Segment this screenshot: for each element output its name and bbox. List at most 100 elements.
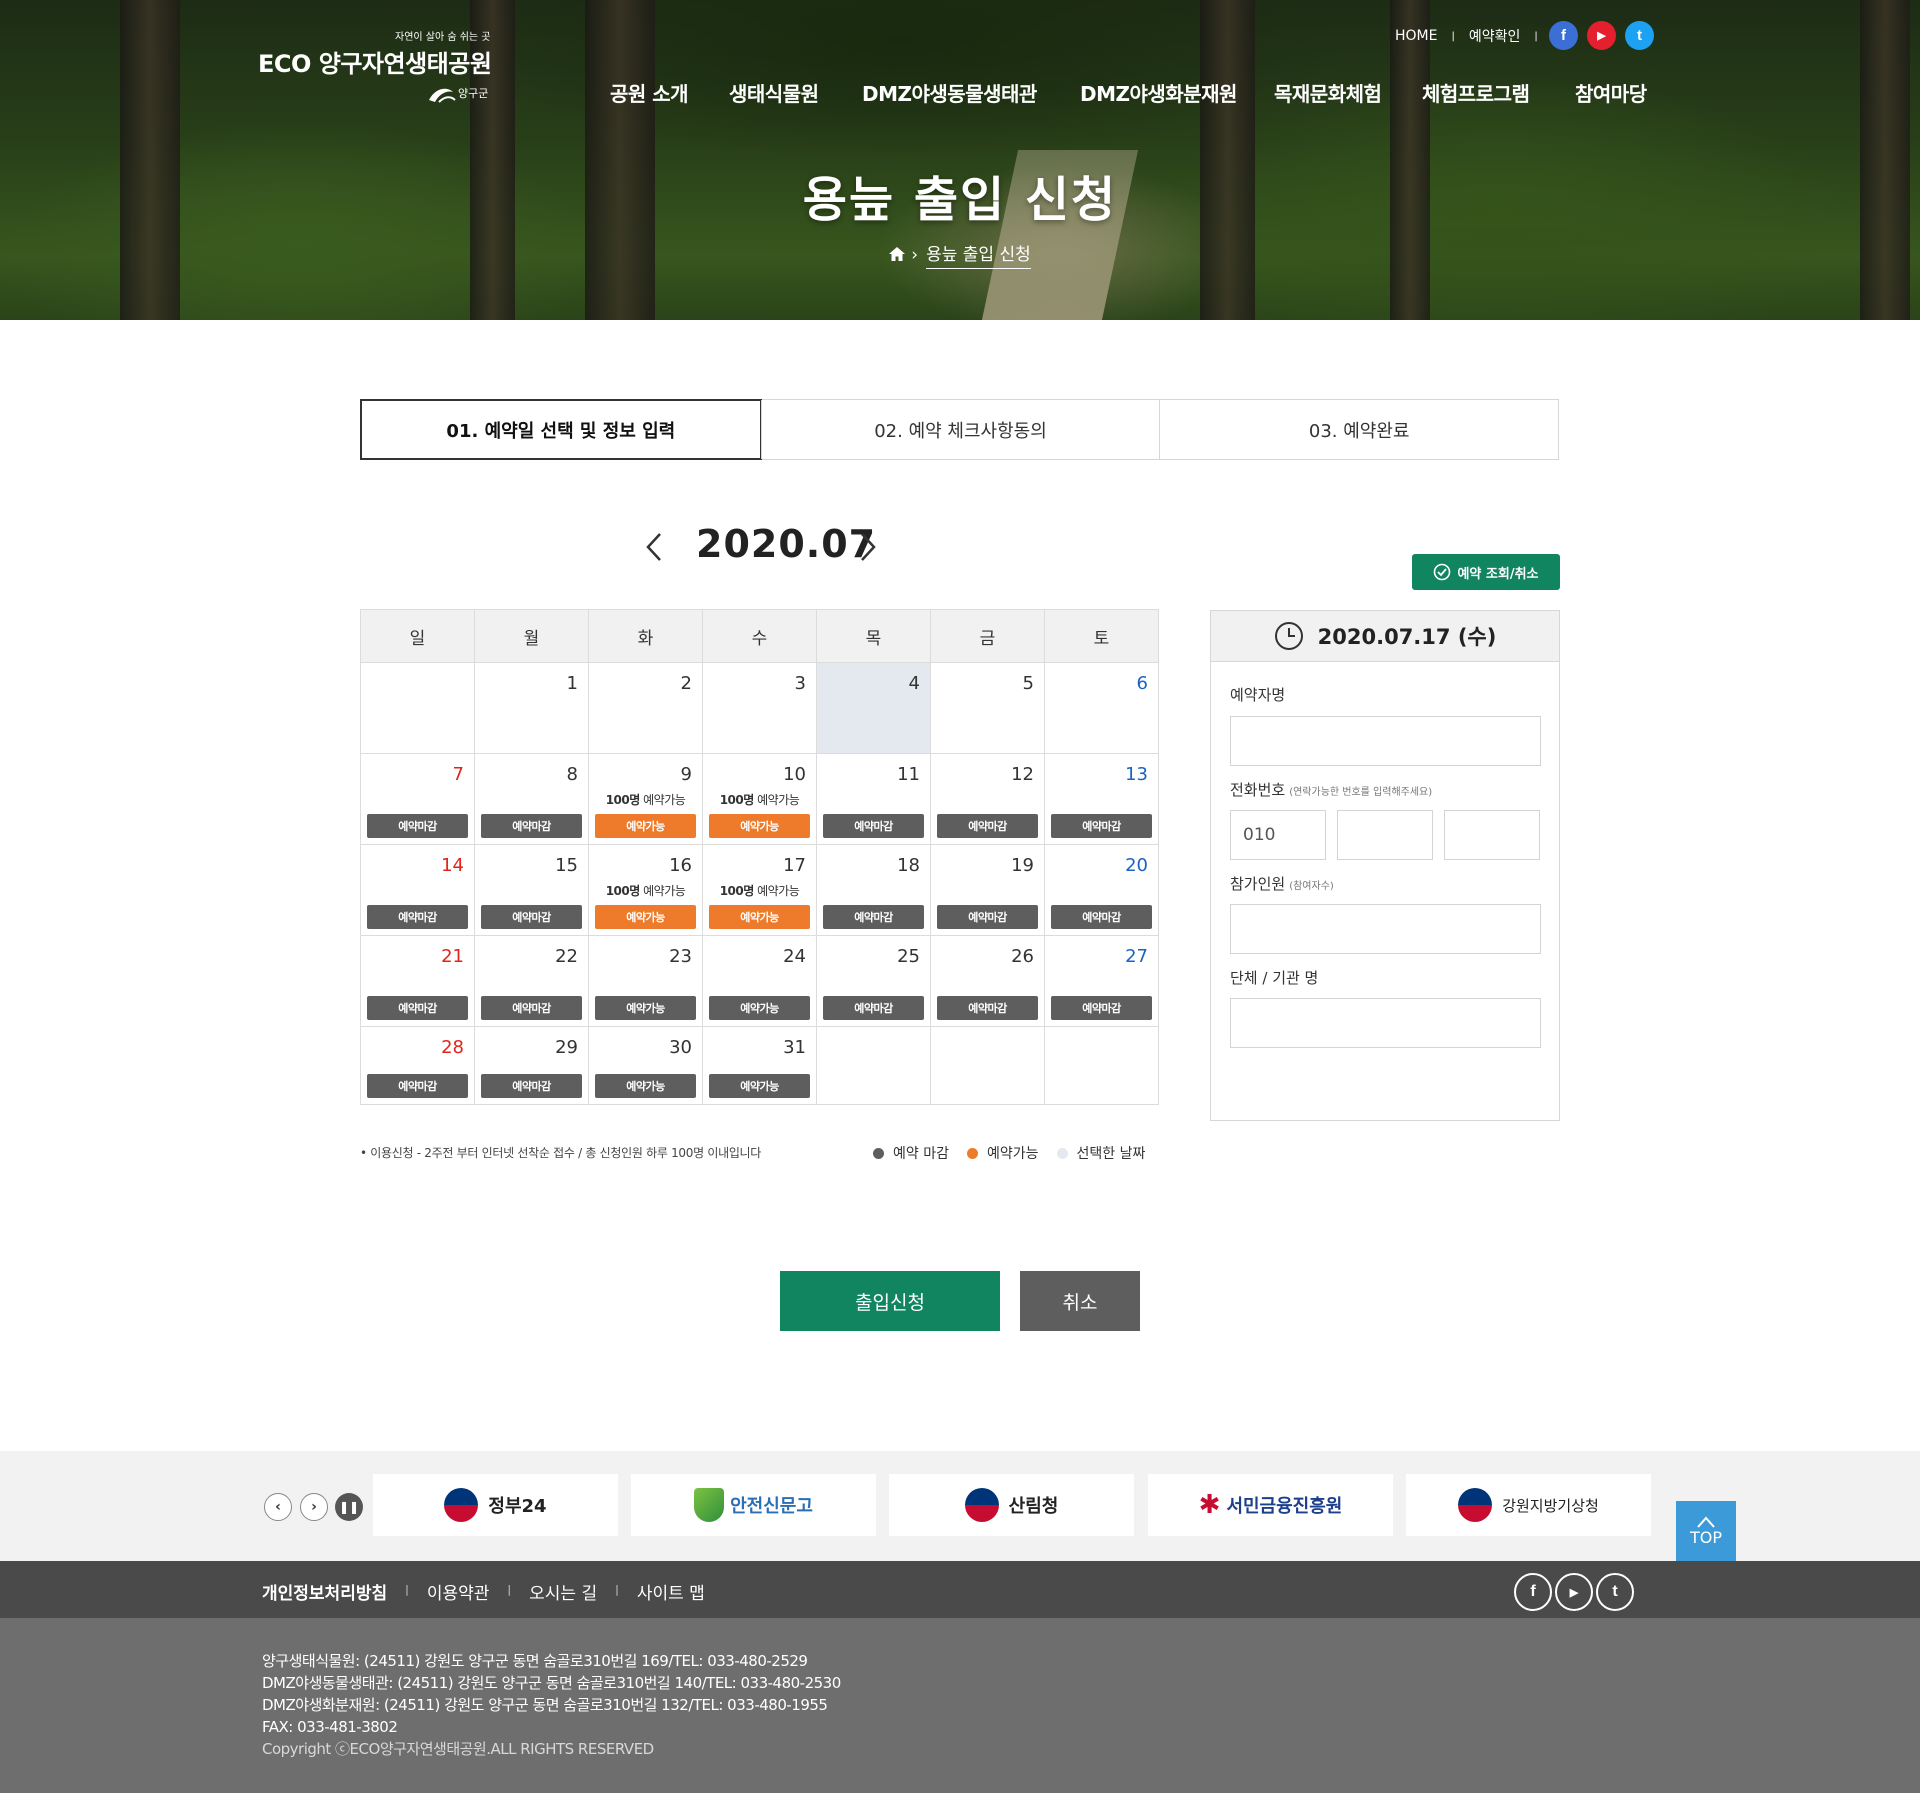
terms-link[interactable]: 이용약관 bbox=[427, 1579, 490, 1604]
org-label: 단체 / 기관 명 bbox=[1230, 969, 1319, 987]
footer-nav: 개인정보처리방침 | 이용약관 | 오시는 길 | 사이트 맵 f ▶ t bbox=[0, 1561, 1920, 1618]
sitemap-link[interactable]: 사이트 맵 bbox=[637, 1579, 705, 1604]
status-badge-closed: 예약마감 bbox=[823, 814, 924, 838]
calendar-day[interactable]: 29 예약마감 bbox=[474, 1026, 589, 1105]
status-badge-open[interactable]: 예약가능 bbox=[709, 814, 810, 838]
day-number: 23 bbox=[669, 946, 692, 967]
nav-item-botanical-garden[interactable]: 생태식물원 bbox=[729, 78, 819, 107]
calendar-day[interactable]: 17 100명 예약가능 예약가능 bbox=[702, 844, 817, 936]
calendar-day[interactable]: 1 bbox=[474, 662, 589, 754]
directions-link[interactable]: 오시는 길 bbox=[529, 1579, 597, 1604]
calendar-day[interactable]: 9 100명 예약가능 예약가능 bbox=[588, 753, 703, 845]
day-number: 8 bbox=[566, 764, 578, 785]
calendar-day[interactable]: 19 예약마감 bbox=[930, 844, 1045, 936]
youtube-icon[interactable]: ▶ bbox=[1587, 21, 1616, 50]
calendar-day[interactable]: 2 bbox=[588, 662, 703, 754]
main-navigation: 공원 소개 생태식물원 DMZ야생동물생태관 DMZ야생화분재원 목재문화체험 … bbox=[0, 78, 1920, 108]
banner-prev-button[interactable]: ‹ bbox=[264, 1493, 292, 1521]
calendar-day[interactable]: 12 예약마감 bbox=[930, 753, 1045, 845]
star-icon: ✱ bbox=[1198, 1490, 1221, 1520]
calendar-day[interactable]: 22 예약마감 bbox=[474, 935, 589, 1027]
nav-item-dmz-wildflower[interactable]: DMZ야생화분재원 bbox=[1080, 78, 1237, 107]
banner-financial-agency[interactable]: ✱ 서민금융진흥원 bbox=[1148, 1474, 1393, 1536]
banner-safety-report[interactable]: 안전신문고 bbox=[631, 1474, 876, 1536]
taegeuk-icon bbox=[1458, 1488, 1493, 1522]
calendar-day[interactable]: 31 예약가능 bbox=[702, 1026, 817, 1105]
status-badge-closed: 예약마감 bbox=[367, 996, 468, 1020]
people-field[interactable] bbox=[1230, 904, 1541, 954]
reservation-calendar: 일 월 화 수 목 금 토 1 2 3 4 5 6 7 예약마감 8 예약마감 9 100명 예약가능… bbox=[360, 609, 1159, 1105]
calendar-day[interactable]: 5 bbox=[930, 662, 1045, 754]
calendar-day[interactable]: 28 예약마감 bbox=[360, 1026, 475, 1105]
calendar-day[interactable]: 10 100명 예약가능 예약가능 bbox=[702, 753, 817, 845]
logo-name: ECO 양구자연생태공원 bbox=[258, 50, 492, 78]
name-label: 예약자명 bbox=[1230, 686, 1286, 704]
nav-item-park-intro[interactable]: 공원 소개 bbox=[610, 78, 689, 107]
facebook-icon[interactable]: f bbox=[1514, 1573, 1552, 1611]
scroll-top-button[interactable]: TOP bbox=[1676, 1501, 1736, 1561]
calendar-day[interactable]: 3 bbox=[702, 662, 817, 754]
status-badge-closed: 예약마감 bbox=[367, 905, 468, 929]
nav-item-wood-culture[interactable]: 목재문화체험 bbox=[1274, 78, 1382, 107]
day-number: 16 bbox=[669, 855, 692, 876]
calendar-day[interactable]: 11 예약마감 bbox=[816, 753, 931, 845]
banner-pause-button[interactable]: ❚❚ bbox=[335, 1493, 363, 1521]
phone-last-field[interactable] bbox=[1444, 810, 1540, 860]
status-badge-closed: 예약가능 bbox=[595, 1074, 696, 1098]
calendar-day[interactable]: 8 예약마감 bbox=[474, 753, 589, 845]
banner-next-button[interactable]: › bbox=[300, 1493, 328, 1521]
org-field[interactable] bbox=[1230, 998, 1541, 1048]
legend-label: 선택한 날짜 bbox=[1076, 1146, 1146, 1162]
day-number: 6 bbox=[1136, 673, 1148, 694]
calendar-day[interactable]: 23 예약가능 bbox=[588, 935, 703, 1027]
calendar-day[interactable]: 13 예약마감 bbox=[1044, 753, 1159, 845]
calendar-day[interactable]: 26 예약마감 bbox=[930, 935, 1045, 1027]
calendar-day[interactable]: 21 예약마감 bbox=[360, 935, 475, 1027]
twitter-icon[interactable]: t bbox=[1596, 1573, 1634, 1611]
day-number: 29 bbox=[555, 1037, 578, 1058]
nav-item-programs[interactable]: 체험프로그램 bbox=[1422, 78, 1530, 107]
status-badge-open[interactable]: 예약가능 bbox=[595, 905, 696, 929]
calendar-day[interactable]: 15 예약마감 bbox=[474, 844, 589, 936]
youtube-icon[interactable]: ▶ bbox=[1555, 1573, 1593, 1611]
day-number: 4 bbox=[908, 673, 920, 694]
status-badge-closed: 예약마감 bbox=[1051, 814, 1152, 838]
breadcrumb-current[interactable]: 용늪 출입 신청 bbox=[926, 245, 1031, 269]
calendar-day[interactable]: 16 100명 예약가능 예약가능 bbox=[588, 844, 703, 936]
nav-item-community[interactable]: 참여마당 bbox=[1575, 78, 1647, 107]
calendar-day[interactable]: 7 예약마감 bbox=[360, 753, 475, 845]
reservation-check-link[interactable]: 예약확인 bbox=[1469, 26, 1521, 46]
nav-item-dmz-wildlife[interactable]: DMZ야생동물생태관 bbox=[862, 78, 1037, 107]
calendar-day[interactable]: 27 예약마감 bbox=[1044, 935, 1159, 1027]
calendar-day[interactable]: 18 예약마감 bbox=[816, 844, 931, 936]
chevron-left-icon[interactable] bbox=[640, 532, 670, 562]
chevron-right-icon[interactable] bbox=[852, 532, 882, 562]
home-icon[interactable] bbox=[889, 247, 906, 261]
calendar-day[interactable]: 4 bbox=[816, 662, 931, 754]
twitter-icon[interactable]: t bbox=[1625, 21, 1654, 50]
status-badge-open[interactable]: 예약가능 bbox=[709, 905, 810, 929]
calendar-day[interactable]: 24 예약가능 bbox=[702, 935, 817, 1027]
name-field[interactable] bbox=[1230, 716, 1541, 766]
calendar-day[interactable]: 6 bbox=[1044, 662, 1159, 754]
submit-button[interactable]: 출입신청 bbox=[780, 1271, 1000, 1331]
facebook-icon[interactable]: f bbox=[1549, 21, 1578, 50]
phone-middle-field[interactable] bbox=[1337, 810, 1433, 860]
cancel-button[interactable]: 취소 bbox=[1020, 1271, 1140, 1331]
privacy-policy-link[interactable]: 개인정보처리방침 bbox=[262, 1579, 387, 1604]
page-title: 용늪 출입 신청 bbox=[802, 172, 1118, 228]
calendar-day[interactable]: 14 예약마감 bbox=[360, 844, 475, 936]
lookup-cancel-button[interactable]: 예약 조회/취소 bbox=[1412, 554, 1560, 590]
status-badge-open[interactable]: 예약가능 bbox=[595, 814, 696, 838]
lookup-cancel-label: 예약 조회/취소 bbox=[1457, 566, 1539, 582]
calendar-day[interactable]: 25 예약마감 bbox=[816, 935, 931, 1027]
home-link[interactable]: HOME bbox=[1395, 28, 1437, 44]
calendar-day[interactable]: 30 예약가능 bbox=[588, 1026, 703, 1105]
calendar-day[interactable]: 20 예약마감 bbox=[1044, 844, 1159, 936]
status-badge-closed: 예약마감 bbox=[367, 1074, 468, 1098]
banner-forest-service[interactable]: 산림청 bbox=[889, 1474, 1134, 1536]
phone-prefix-field[interactable]: 010 bbox=[1230, 810, 1326, 860]
day-number: 19 bbox=[1011, 855, 1034, 876]
banner-gov24[interactable]: 정부24 bbox=[373, 1474, 618, 1536]
banner-weather-office[interactable]: 강원지방기상청 bbox=[1406, 1474, 1651, 1536]
